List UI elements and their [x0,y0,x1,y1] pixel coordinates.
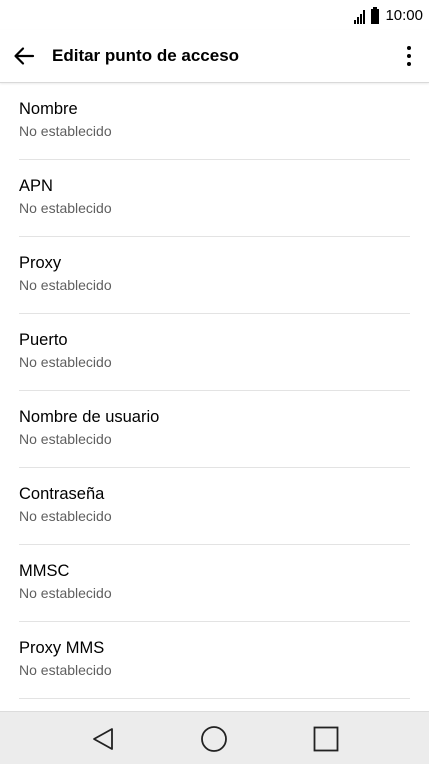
more-options-button[interactable] [401,40,417,72]
signal-icon [354,10,366,24]
nav-home-button[interactable] [199,724,229,754]
setting-label: Proxy MMS [19,639,105,657]
status-bar: 10:00 [0,0,429,30]
recents-square-icon [313,726,339,752]
battery-icon [371,7,380,24]
setting-item-nombre[interactable]: Nombre No establecido [0,83,429,160]
setting-value: No establecido [19,662,112,678]
status-icons: 10:00 [354,6,423,24]
home-circle-icon [201,726,227,752]
setting-item-mmsc[interactable]: MMSC No establecido [0,545,429,622]
setting-value: No establecido [19,277,112,293]
setting-value: No establecido [19,431,112,447]
setting-value: No establecido [19,123,112,139]
nav-recents-button[interactable] [311,724,341,754]
setting-item-apn[interactable]: APN No establecido [0,160,429,237]
setting-item-nombre-de-usuario[interactable]: Nombre de usuario No establecido [0,391,429,468]
back-triangle-icon [93,728,113,750]
setting-item-proxy[interactable]: Proxy No establecido [0,237,429,314]
setting-label: MMSC [19,562,70,580]
status-time: 10:00 [385,7,423,24]
setting-label: Nombre de usuario [19,408,160,426]
settings-list: Nombre No establecido APN No establecido… [0,83,429,699]
setting-value: No establecido [19,585,112,601]
divider [19,698,410,699]
nav-back-button[interactable] [88,724,118,754]
back-button[interactable] [10,42,38,70]
setting-item-puerto[interactable]: Puerto No establecido [0,314,429,391]
setting-label: Contraseña [19,485,105,503]
navigation-bar [0,711,429,764]
setting-value: No establecido [19,508,112,524]
setting-label: APN [19,177,53,195]
app-bar: Editar punto de acceso [0,30,429,83]
back-arrow-icon [14,47,35,65]
setting-label: Proxy [19,254,62,272]
setting-value: No establecido [19,200,112,216]
setting-value: No establecido [19,354,112,370]
page-title: Editar punto de acceso [52,46,240,65]
more-vert-icon [407,46,411,50]
setting-label: Nombre [19,100,78,118]
setting-item-contrasena[interactable]: Contraseña No establecido [0,468,429,545]
setting-label: Puerto [19,331,68,349]
setting-item-proxy-mms[interactable]: Proxy MMS No establecido [0,622,429,699]
